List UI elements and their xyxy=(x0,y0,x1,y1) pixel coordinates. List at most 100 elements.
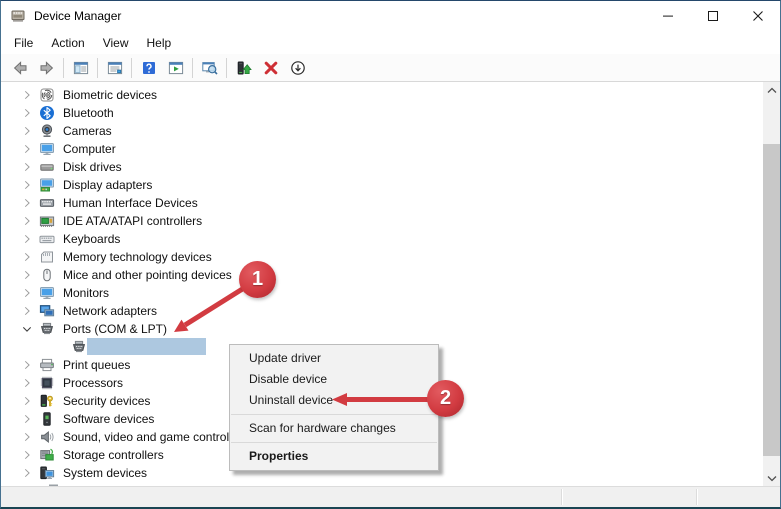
scroll-up-icon[interactable] xyxy=(763,82,780,99)
update-driver-icon xyxy=(236,60,252,76)
chevron-collapsed-icon[interactable] xyxy=(20,142,34,156)
toolbar-button-scan-for-hardware-changes[interactable] xyxy=(196,56,223,80)
toolbar-button-properties[interactable] xyxy=(101,56,128,80)
display-adapter-icon xyxy=(39,177,55,193)
tree-item-computer[interactable]: Computer xyxy=(1,140,763,158)
toolbar-button-forward[interactable] xyxy=(33,56,60,80)
annotation-step-2-badge: 2 xyxy=(427,380,464,417)
computer-icon xyxy=(39,141,55,157)
context-menu-item-scan-for-hardware-changes[interactable]: Scan for hardware changes xyxy=(230,418,438,439)
tree-item-network-adapters[interactable]: Network adapters xyxy=(1,302,763,320)
window-controls xyxy=(645,1,780,31)
tree-item-disk-drives[interactable]: Disk drives xyxy=(1,158,763,176)
chevron-collapsed-icon[interactable] xyxy=(20,376,34,390)
tree-item-keyboards[interactable]: Keyboards xyxy=(1,230,763,248)
tree-item-label: Storage controllers xyxy=(63,446,164,464)
toolbar-button-show-console-tree[interactable] xyxy=(67,56,94,80)
tree-item-human-interface-devices[interactable]: Human Interface Devices xyxy=(1,194,763,212)
tree-item-ports-com-lpt[interactable]: Ports (COM & LPT) xyxy=(1,320,763,338)
scroll-up-icon xyxy=(764,83,780,99)
chevron-collapsed-icon[interactable] xyxy=(20,304,34,318)
chevron-collapsed-icon[interactable] xyxy=(20,124,34,138)
chevron-collapsed-icon[interactable] xyxy=(20,106,34,120)
statusbar xyxy=(1,486,780,507)
chevron-collapsed-icon[interactable] xyxy=(20,88,34,102)
context-menu-item-properties[interactable]: Properties xyxy=(230,446,438,467)
close-icon xyxy=(750,8,766,24)
menubar-item-action[interactable]: Action xyxy=(42,33,93,53)
menubar-item-help[interactable]: Help xyxy=(138,33,181,53)
device-manager-window: Device Manager FileActionViewHelp Biomet… xyxy=(0,0,781,509)
chevron-collapsed-icon[interactable] xyxy=(20,412,34,426)
tree-item-label: Keyboards xyxy=(63,230,120,248)
tree-item-label: Cameras xyxy=(63,122,112,140)
tree-item-label: Network adapters xyxy=(63,302,157,320)
chevron-collapsed-icon[interactable] xyxy=(20,286,34,300)
tree-item-cameras[interactable]: Cameras xyxy=(1,122,763,140)
maximize-icon xyxy=(705,8,721,24)
scan-icon xyxy=(202,60,218,76)
tree-item-ide-ata-atapi-controllers[interactable]: IDE ATA/ATAPI controllers xyxy=(1,212,763,230)
tree-item-memory-technology-devices[interactable]: Memory technology devices xyxy=(1,248,763,266)
chevron-collapsed-icon[interactable] xyxy=(20,394,34,408)
chevron-collapsed-icon[interactable] xyxy=(20,178,34,192)
titlebar: Device Manager xyxy=(1,1,780,31)
scrollbar-thumb[interactable] xyxy=(763,144,780,456)
chevron-collapsed-icon[interactable] xyxy=(20,448,34,462)
tree-item-label: Security devices xyxy=(63,392,150,410)
tree-item-mice-and-other-pointing-devices[interactable]: Mice and other pointing devices xyxy=(1,266,763,284)
tree-item-monitors[interactable]: Monitors xyxy=(1,284,763,302)
hid-icon xyxy=(39,195,55,211)
device-manager-app-icon xyxy=(10,8,26,24)
help-icon xyxy=(141,60,157,76)
security-device-icon xyxy=(39,393,55,409)
tree-item-label: IDE ATA/ATAPI controllers xyxy=(63,212,202,230)
tree-item-display-adapters[interactable]: Display adapters xyxy=(1,176,763,194)
tree-item-label: Disk drives xyxy=(63,158,122,176)
vertical-scrollbar[interactable] xyxy=(763,82,780,486)
tree-item-biometric-devices[interactable]: Biometric devices xyxy=(1,86,763,104)
storage-controller-icon xyxy=(39,447,55,463)
scroll-down-icon[interactable] xyxy=(763,469,780,486)
tree-item-label: Mice and other pointing devices xyxy=(63,266,232,284)
context-menu-item-update-driver[interactable]: Update driver xyxy=(230,348,438,369)
chevron-collapsed-icon[interactable] xyxy=(20,160,34,174)
maximize-button[interactable] xyxy=(690,1,735,31)
toolbar-button-back[interactable] xyxy=(6,56,33,80)
chevron-expanded-icon[interactable] xyxy=(20,322,34,336)
chevron-collapsed-icon[interactable] xyxy=(20,358,34,372)
minimize-button[interactable] xyxy=(645,1,690,31)
printer-icon xyxy=(39,357,55,373)
menubar: FileActionViewHelp xyxy=(1,31,780,54)
toolbar-button-show-action-pane[interactable] xyxy=(162,56,189,80)
toolbar-button-update-driver[interactable] xyxy=(230,56,257,80)
context-menu-item-uninstall-device[interactable]: Uninstall device xyxy=(230,390,438,411)
toolbar xyxy=(1,54,780,82)
chevron-collapsed-icon[interactable] xyxy=(20,250,34,264)
toolbar-button-uninstall-device[interactable] xyxy=(257,56,284,80)
tree-item-label: Software devices xyxy=(63,410,154,428)
monitor-icon xyxy=(39,285,55,301)
tree-item-bluetooth[interactable]: Bluetooth xyxy=(1,104,763,122)
menubar-item-view[interactable]: View xyxy=(94,33,138,53)
keyboard-icon xyxy=(39,231,55,247)
context-menu-item-disable-device[interactable]: Disable device xyxy=(230,369,438,390)
toolbar-separator xyxy=(131,58,132,78)
tree-item-label: Processors xyxy=(63,374,123,392)
menubar-item-file[interactable]: File xyxy=(5,33,42,53)
console-tree-icon xyxy=(73,60,89,76)
chevron-collapsed-icon[interactable] xyxy=(20,196,34,210)
toolbar-button-disable-device[interactable] xyxy=(284,56,311,80)
serial-port-icon xyxy=(71,339,87,355)
chevron-collapsed-icon[interactable] xyxy=(20,268,34,282)
toolbar-button-help[interactable] xyxy=(135,56,162,80)
toolbar-separator xyxy=(63,58,64,78)
chevron-collapsed-icon[interactable] xyxy=(20,430,34,444)
mouse-icon xyxy=(39,267,55,283)
chevron-collapsed-icon[interactable] xyxy=(20,466,34,480)
tree-item-label: Monitors xyxy=(63,284,109,302)
chevron-collapsed-icon[interactable] xyxy=(20,232,34,246)
back-arrow-icon xyxy=(12,60,28,76)
chevron-collapsed-icon[interactable] xyxy=(20,214,34,228)
close-button[interactable] xyxy=(735,1,780,31)
